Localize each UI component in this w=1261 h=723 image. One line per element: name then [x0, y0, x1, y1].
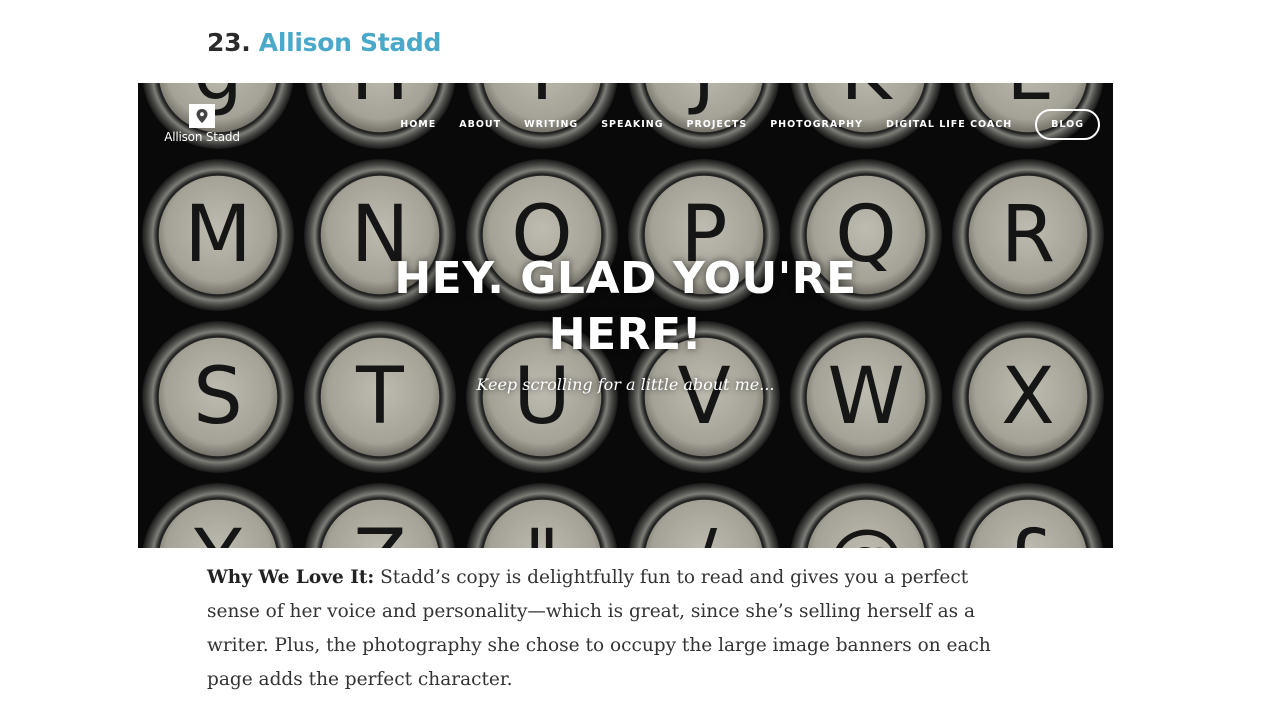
nav-home[interactable]: HOME: [400, 119, 436, 130]
nav-digital-life-coach[interactable]: DIGITAL LIFE COACH: [886, 119, 1012, 130]
location-pin-icon: [189, 104, 215, 128]
hero-title-line-1: HEY. GLAD YOU'RE: [394, 253, 857, 304]
blog-button[interactable]: BLOG: [1035, 109, 1100, 140]
nav-about[interactable]: ABOUT: [459, 119, 501, 130]
description-lead: Why We Love It:: [207, 567, 375, 588]
site-logo[interactable]: Allison Stadd: [157, 104, 247, 144]
description-paragraph: Why We Love It: Stadd’s copy is delightf…: [207, 561, 997, 697]
entry-title-link[interactable]: Allison Stadd: [259, 28, 442, 57]
nav-writing[interactable]: WRITING: [524, 119, 578, 130]
entry-number: 23.: [207, 28, 251, 57]
website-screenshot: gHIJKLMNOPQRSTUVWXYZ"/@£ Allison Stadd H…: [138, 83, 1113, 548]
nav-speaking[interactable]: SPEAKING: [601, 119, 663, 130]
nav-projects[interactable]: PROJECTS: [687, 119, 748, 130]
hero-title-line-2: HERE!: [548, 309, 703, 360]
nav-photography[interactable]: PHOTOGRAPHY: [770, 119, 863, 130]
hero-title: HEY. GLAD YOU'RE HERE!: [138, 251, 1113, 363]
logo-name: Allison Stadd: [164, 130, 240, 144]
entry-heading: 23. Allison Stadd: [207, 26, 441, 60]
site-navigation: HOME ABOUT WRITING SPEAKING PROJECTS PHO…: [377, 109, 1100, 140]
hero-subtitle: Keep scrolling for a little about me...: [476, 375, 775, 394]
